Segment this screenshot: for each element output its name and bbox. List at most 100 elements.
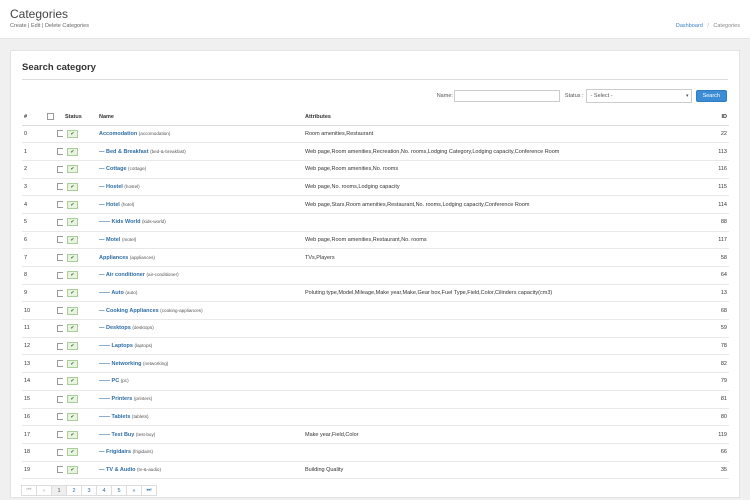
category-name-link[interactable]: Frigidairs xyxy=(106,449,131,455)
category-slug: (hotel) xyxy=(121,201,135,207)
category-slug: (bed-&-breakfast) xyxy=(150,148,186,154)
breadcrumb-dashboard-link[interactable]: Dashboard xyxy=(676,23,703,29)
row-status-cell: ✔ xyxy=(63,231,97,250)
check-icon[interactable]: ✔ xyxy=(67,465,78,474)
row-id: 68 xyxy=(699,301,729,321)
select-all-checkbox[interactable] xyxy=(47,113,54,121)
row-select-cell xyxy=(43,443,63,462)
category-name-link[interactable]: Cottage xyxy=(106,166,126,172)
row-checkbox[interactable] xyxy=(57,148,63,156)
next-page-button[interactable]: » xyxy=(126,485,142,496)
row-checkbox[interactable] xyxy=(57,324,63,332)
page-button-1[interactable]: 1 xyxy=(51,485,67,496)
category-name-link[interactable]: Networking xyxy=(112,361,142,367)
search-button[interactable]: Search xyxy=(695,90,727,102)
table-row: 12 ✔ —— Laptops (laptops) 78 xyxy=(22,337,729,356)
check-icon[interactable]: ✔ xyxy=(67,235,78,244)
category-name-link[interactable]: TV & Audio xyxy=(106,467,135,473)
row-checkbox[interactable] xyxy=(57,130,63,138)
check-icon[interactable]: ✔ xyxy=(67,218,78,227)
row-checkbox[interactable] xyxy=(57,289,63,297)
page-button-3[interactable]: 3 xyxy=(81,485,97,496)
check-icon[interactable]: ✔ xyxy=(67,129,78,138)
category-name-link[interactable]: Appliances xyxy=(99,255,128,261)
name-search-input[interactable] xyxy=(453,90,560,102)
check-icon[interactable]: ✔ xyxy=(67,306,78,315)
row-checkbox[interactable] xyxy=(57,201,63,209)
category-slug: (printers) xyxy=(133,396,153,402)
table-row: 7 ✔ Appliances (appliances) TVs,Players 58 xyxy=(22,248,729,267)
row-attributes xyxy=(303,266,699,285)
row-checkbox[interactable] xyxy=(57,466,63,474)
search-panel: Search category Name: Status : - Select … xyxy=(10,50,740,498)
row-indent: — xyxy=(99,148,107,155)
category-name-link[interactable]: Hotel xyxy=(106,202,120,208)
category-name-link[interactable]: Air conditioner xyxy=(106,272,145,278)
category-name-link[interactable]: Auto xyxy=(111,290,124,296)
prev-page-button[interactable]: « xyxy=(36,485,52,496)
check-icon[interactable]: ✔ xyxy=(67,271,78,280)
category-name-link[interactable]: PC xyxy=(112,378,120,384)
row-select-cell xyxy=(43,461,63,480)
check-icon[interactable]: ✔ xyxy=(67,289,78,298)
check-icon[interactable]: ✔ xyxy=(67,200,78,209)
row-checkbox[interactable] xyxy=(57,448,63,456)
row-attributes xyxy=(303,354,699,374)
row-id: 59 xyxy=(699,319,729,338)
row-checkbox[interactable] xyxy=(57,218,63,226)
row-checkbox[interactable] xyxy=(57,395,63,403)
check-icon[interactable]: ✔ xyxy=(67,182,78,191)
check-icon[interactable]: ✔ xyxy=(67,412,78,421)
row-checkbox[interactable] xyxy=(57,236,63,244)
row-checkbox[interactable] xyxy=(57,254,63,262)
check-icon[interactable]: ✔ xyxy=(67,147,78,156)
check-icon[interactable]: ✔ xyxy=(67,448,78,457)
category-slug: (motel) xyxy=(121,236,137,242)
row-num: 12 xyxy=(22,337,43,356)
status-select[interactable]: - Select - ▾ xyxy=(585,89,692,103)
category-name-link[interactable]: Accomodation xyxy=(99,131,137,137)
category-slug: (tablets) xyxy=(131,413,149,419)
row-checkbox[interactable] xyxy=(57,413,63,421)
page-button-5[interactable]: 5 xyxy=(111,485,127,496)
status-select-value: - Select - xyxy=(590,93,613,99)
last-page-button[interactable]: ⏭ xyxy=(141,485,157,496)
row-checkbox[interactable] xyxy=(57,377,63,385)
category-name-link[interactable]: Laptops xyxy=(112,343,133,349)
name-label: Name: xyxy=(436,93,453,99)
first-page-button[interactable]: ⏮ xyxy=(21,485,37,496)
check-icon[interactable]: ✔ xyxy=(67,165,78,174)
row-checkbox[interactable] xyxy=(57,271,63,279)
row-checkbox[interactable] xyxy=(57,431,63,439)
row-checkbox[interactable] xyxy=(57,165,63,173)
row-select-cell xyxy=(43,408,63,427)
row-checkbox[interactable] xyxy=(57,360,63,368)
category-name-link[interactable]: Test Buy xyxy=(112,432,135,438)
row-checkbox[interactable] xyxy=(57,342,63,350)
row-indent: — xyxy=(99,166,107,173)
category-name-link[interactable]: Desktops xyxy=(106,325,131,331)
category-name-link[interactable]: Bed & Breakfast xyxy=(106,149,149,155)
category-name-link[interactable]: Cooking Appliances xyxy=(106,308,159,314)
row-num: 3 xyxy=(22,178,43,197)
check-icon[interactable]: ✔ xyxy=(67,342,78,351)
check-icon[interactable]: ✔ xyxy=(67,377,78,386)
row-checkbox[interactable] xyxy=(57,183,63,191)
category-name-link[interactable]: Tablets xyxy=(112,414,131,420)
category-name-link[interactable]: Printers xyxy=(112,396,133,402)
check-icon[interactable]: ✔ xyxy=(67,253,78,262)
category-name-link[interactable]: Kids World xyxy=(112,219,141,225)
page-button-4[interactable]: 4 xyxy=(96,485,112,496)
table-row: 10 ✔ — Cooking Appliances (cooking-applian… xyxy=(22,301,729,321)
table-row: 18 ✔ — Frigidairs (frigidairs) 66 xyxy=(22,443,729,462)
check-icon[interactable]: ✔ xyxy=(67,359,78,368)
row-num: 8 xyxy=(22,266,43,285)
category-name-link[interactable]: Motel xyxy=(106,237,120,243)
row-checkbox[interactable] xyxy=(57,307,63,315)
check-icon[interactable]: ✔ xyxy=(67,395,78,404)
row-id: 113 xyxy=(699,142,729,161)
check-icon[interactable]: ✔ xyxy=(67,324,78,333)
check-icon[interactable]: ✔ xyxy=(67,430,78,439)
category-name-link[interactable]: Hostel xyxy=(106,184,123,190)
page-button-2[interactable]: 2 xyxy=(66,485,82,496)
